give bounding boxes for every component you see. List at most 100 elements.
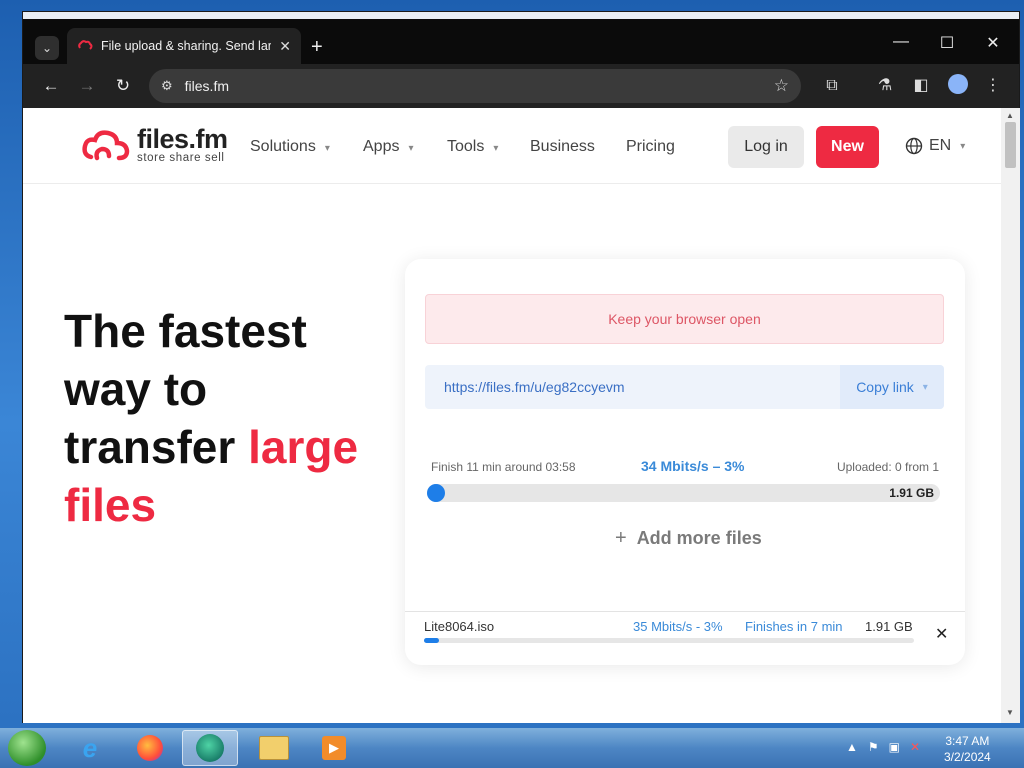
hero-text: transfer [64,421,249,473]
maximize-button[interactable]: ☐ [932,33,962,53]
nav-solutions[interactable]: Solutions ▾ [250,138,330,156]
nav-label: Tools [447,138,485,155]
brand-tagline: store share sell [137,152,225,164]
taskbar-active-app[interactable] [182,730,238,766]
page-content: files.fm store share sell Solutions ▾ App… [23,108,1001,723]
site-info-icon[interactable]: ⚙ [161,78,173,94]
new-button[interactable]: New [816,126,879,168]
forward-icon[interactable]: → [75,74,99,98]
nav-tools[interactable]: Tools ▾ [447,138,498,156]
language-label: EN [929,137,952,154]
hero-line: way to [64,363,208,415]
title-bar: ⌄ File upload & sharing. Send lar ✕ + — … [23,12,1019,64]
chevron-down-icon: ▾ [922,381,928,393]
cloud-logo-icon [82,130,130,161]
scroll-up-icon[interactable]: ▲ [1006,111,1014,120]
file-progress-fill [424,638,439,643]
copy-link-label: Copy link [856,379,914,395]
tab-close-icon[interactable]: ✕ [279,38,291,55]
profile-avatar-icon[interactable] [948,74,968,94]
upload-progress-fill [427,484,445,502]
network-icon[interactable]: ▣ [889,740,900,754]
taskbar: e ▶ ▲ ⚑ ▣ ✕ 3:47 AM 3/2/2024 [0,728,1024,768]
tab-search-button[interactable]: ⌄ [35,36,59,60]
new-tab-button[interactable]: + [311,36,323,58]
upload-card: Keep your browser open https://files.fm/… [405,259,965,665]
brand-name: files.fm [137,124,228,154]
labs-flask-icon[interactable]: ⚗ [873,74,897,98]
show-hidden-icons-icon[interactable]: ▲ [846,740,858,754]
chevron-down-icon: ▾ [408,143,414,154]
hero-line: transfer large [64,418,384,476]
hero-accent: files [64,479,157,531]
hero-accent: large [248,421,359,473]
minimize-button[interactable]: — [886,33,916,51]
system-clock[interactable]: 3:47 AM 3/2/2024 [944,733,991,765]
browser-toolbar: ← → ↻ ⚙ files.fm ☆ ⧉ ⚗ ◧ ⋮ [23,64,1019,108]
system-tray: ▲ ⚑ ▣ ✕ [846,740,920,754]
nav-pricing[interactable]: Pricing [626,138,675,156]
taskbar-internet-explorer[interactable]: e [62,730,118,766]
file-name: Lite8064.iso [424,619,495,634]
back-icon[interactable]: ← [39,74,63,98]
clock-date: 3/2/2024 [944,750,991,764]
tab-active[interactable]: File upload & sharing. Send lar ✕ [67,28,301,64]
file-list-item: Lite8064.iso 35 Mbits/s - 3% Finishes in… [405,611,965,665]
add-more-files-button[interactable]: + Add more files [615,527,762,550]
tab-title: File upload & sharing. Send lar [101,39,271,53]
nav-business[interactable]: Business [530,138,595,156]
media-player-icon: ▶ [322,736,346,760]
scroll-down-icon[interactable]: ▼ [1006,708,1014,717]
internet-explorer-icon: e [82,732,98,763]
cancel-file-icon[interactable]: ✕ [935,624,948,644]
address-bar[interactable]: ⚙ files.fm ☆ [149,69,801,103]
hero-heading: The fastest way to transfer large files [64,302,384,534]
scroll-thumb[interactable] [1005,122,1016,168]
chevron-down-icon: ▾ [324,143,330,154]
browser-window: ⌄ File upload & sharing. Send lar ✕ + — … [22,11,1020,723]
page-scrollbar[interactable]: ▲ ▼ [1001,108,1020,723]
menu-icon[interactable]: ⋮ [981,74,1005,98]
nav-label: Solutions [250,138,316,155]
globe-icon [905,137,923,155]
close-window-button[interactable]: ✕ [978,33,1008,53]
total-size: 1.91 GB [889,486,934,500]
firefox-icon [137,735,163,761]
language-selector[interactable]: EN ▾ [905,137,965,155]
file-finish-time: Finishes in 7 min [745,619,843,634]
plus-icon: + [615,527,627,549]
reload-icon[interactable]: ↻ [111,74,135,98]
extensions-icon[interactable]: ⧉ [820,74,844,98]
files-fm-favicon-icon [78,40,93,50]
file-progress-bar [424,638,914,643]
side-panel-icon[interactable]: ◧ [909,74,933,98]
file-explorer-icon [259,736,289,760]
start-button[interactable] [8,730,46,766]
uploaded-count: Uploaded: 0 from 1 [836,460,939,474]
files-fm-logo[interactable]: files.fm store share sell [81,126,228,164]
action-center-flag-icon[interactable]: ⚑ [868,740,879,754]
app-icon [196,734,224,762]
share-link[interactable]: https://files.fm/u/eg82ccyevm [444,379,625,395]
hero-line: The fastest [64,305,307,357]
login-button[interactable]: Log in [728,126,804,168]
taskbar-firefox[interactable] [122,730,178,766]
share-link-row: https://files.fm/u/eg82ccyevm Copy link … [425,365,944,409]
bookmark-star-icon[interactable]: ☆ [774,76,789,96]
copy-link-button[interactable]: Copy link ▾ [840,365,944,409]
chevron-down-icon: ▾ [493,143,499,154]
finish-time: Finish 11 min around 03:58 [431,460,576,474]
site-header: files.fm store share sell Solutions ▾ App… [23,108,1001,184]
volume-muted-icon[interactable]: ✕ [910,740,920,754]
taskbar-media-player[interactable]: ▶ [306,730,362,766]
upload-speed: 34 Mbits/s – 3% [641,458,745,474]
clock-time: 3:47 AM [945,734,990,748]
taskbar-file-explorer[interactable] [246,730,302,766]
keep-browser-open-alert: Keep your browser open [425,294,944,344]
nav-apps[interactable]: Apps ▾ [363,138,414,156]
url-text: files.fm [184,78,229,94]
chevron-down-icon: ▾ [960,140,966,152]
nav-label: Apps [363,138,400,155]
upload-progress-bar: 1.91 GB [427,484,940,502]
file-size: 1.91 GB [865,619,913,634]
